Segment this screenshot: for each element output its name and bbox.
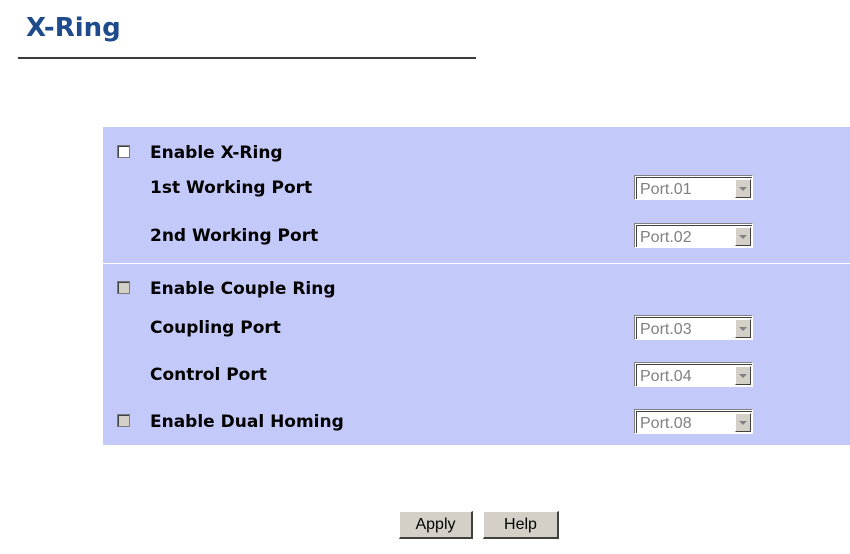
chevron-down-icon [739, 327, 747, 331]
enable-dual-homing-row: Enable Dual Homing Port.08 [103, 406, 850, 436]
coupling-port-value: Port.03 [640, 321, 692, 338]
coupling-port-label: Coupling Port [150, 318, 281, 338]
control-port-value: Port.04 [640, 368, 692, 385]
settings-panel: Enable X-Ring 1st Working Port Port.01 2… [103, 127, 850, 445]
first-working-port-row: 1st Working Port Port.01 [103, 172, 850, 202]
enable-xring-label: Enable X-Ring [150, 143, 283, 163]
dual-homing-port-value: Port.08 [640, 415, 692, 432]
enable-couple-ring-row: Enable Couple Ring [103, 273, 850, 303]
second-working-port-dropdown-button[interactable] [735, 227, 751, 246]
enable-xring-checkbox[interactable] [117, 145, 130, 158]
second-working-port-value: Port.02 [640, 229, 692, 246]
enable-couple-ring-checkbox[interactable] [117, 281, 130, 294]
panel-divider [103, 263, 850, 264]
chevron-down-icon [739, 421, 747, 425]
control-port-row: Control Port Port.04 [103, 359, 850, 389]
help-button[interactable]: Help [483, 511, 559, 539]
control-port-select[interactable]: Port.04 [634, 362, 753, 387]
chevron-down-icon [739, 374, 747, 378]
first-working-port-value: Port.01 [640, 181, 692, 198]
apply-button[interactable]: Apply [399, 511, 473, 539]
first-working-port-dropdown-button[interactable] [735, 179, 751, 198]
dual-homing-port-select[interactable]: Port.08 [634, 409, 753, 434]
enable-xring-row: Enable X-Ring [103, 137, 850, 167]
chevron-down-icon [739, 235, 747, 239]
enable-dual-homing-checkbox[interactable] [117, 414, 130, 427]
coupling-port-row: Coupling Port Port.03 [103, 312, 850, 342]
dual-homing-port-dropdown-button[interactable] [735, 413, 751, 432]
second-working-port-label: 2nd Working Port [150, 226, 319, 246]
title-underline [18, 57, 476, 59]
first-working-port-label: 1st Working Port [150, 178, 313, 198]
control-port-label: Control Port [150, 365, 267, 385]
enable-couple-ring-label: Enable Couple Ring [150, 279, 336, 299]
second-working-port-row: 2nd Working Port Port.02 [103, 220, 850, 250]
first-working-port-select[interactable]: Port.01 [634, 175, 753, 200]
control-port-dropdown-button[interactable] [735, 366, 751, 385]
second-working-port-select[interactable]: Port.02 [634, 223, 753, 248]
coupling-port-dropdown-button[interactable] [735, 319, 751, 338]
enable-dual-homing-label: Enable Dual Homing [150, 412, 344, 432]
chevron-down-icon [739, 187, 747, 191]
page-title: X-Ring [26, 13, 121, 43]
coupling-port-select[interactable]: Port.03 [634, 315, 753, 340]
